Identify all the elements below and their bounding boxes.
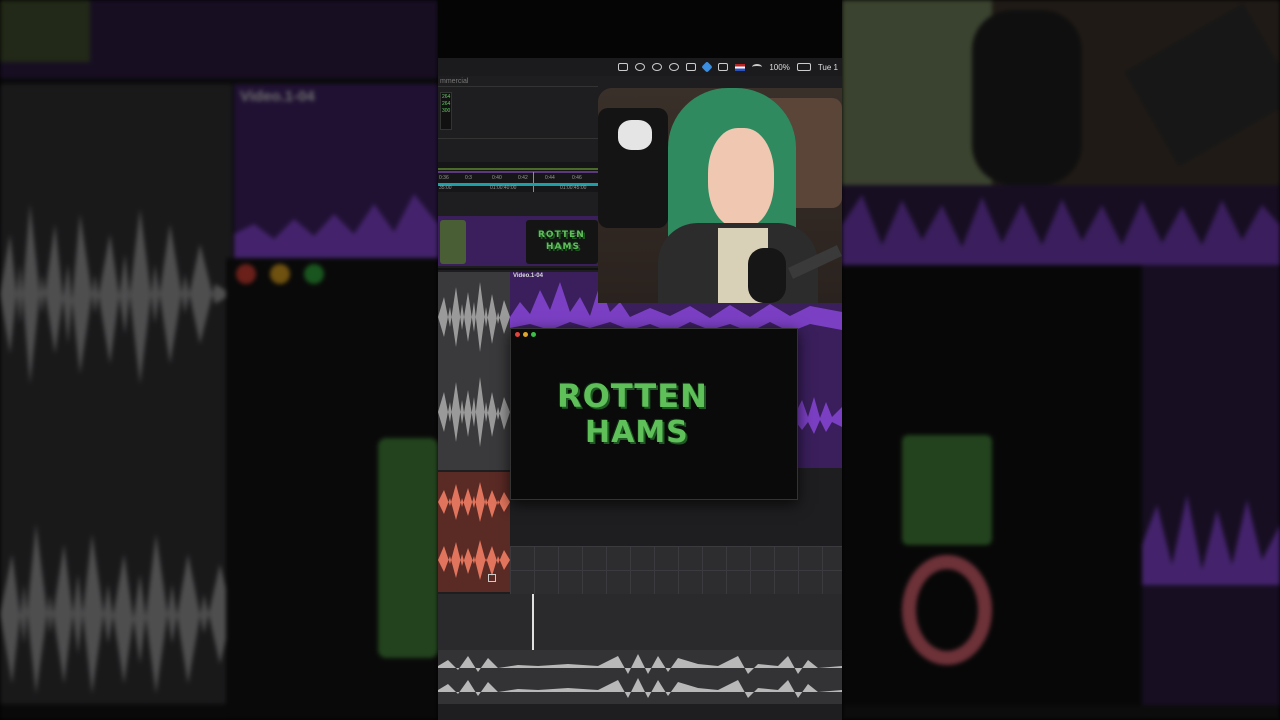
screen-capture: 100% Tue 1 mmercial 264 264 300 0:36 0:3…: [438, 0, 842, 720]
zoom-button[interactable]: [531, 332, 536, 337]
dropbox-icon[interactable]: [669, 63, 680, 71]
right-purple-waveform-lower: [1142, 495, 1280, 585]
ruler-tick: 0:46: [572, 175, 582, 181]
audio-track-red[interactable]: [438, 472, 510, 592]
left-popup-zoom: [226, 258, 438, 720]
thumb-logo-line1: ROTTEN: [538, 230, 585, 240]
meta-value: 264: [442, 101, 451, 107]
close-dot-icon: [236, 264, 256, 284]
wifi-icon[interactable]: [752, 64, 763, 70]
metadata-box: 264 264 300: [440, 92, 452, 130]
ruler-tick: 35:00: [439, 185, 452, 191]
right-purple-waveform: [842, 195, 1280, 265]
webcam-overlay: [598, 88, 842, 303]
ruler-tick: 01:00:40:00: [490, 185, 517, 191]
mic-arm-icon: [1123, 2, 1280, 168]
meta-value: 300: [442, 108, 451, 114]
microphone-icon: [748, 248, 786, 303]
project-label: mmercial: [440, 78, 469, 85]
resize-cursor-icon: [488, 574, 496, 582]
logo-line1: ROTTEN: [557, 377, 708, 415]
right-hair-fragment: [842, 0, 992, 185]
timeline-playhead[interactable]: [532, 594, 534, 650]
logo-thumb-tile: ROTTEN HAMS: [526, 220, 598, 264]
logo-preview-window[interactable]: ROTTEN HAMS: [510, 328, 798, 500]
ruler-bar: [438, 168, 598, 170]
ruler-tick: 0:36: [439, 175, 449, 181]
left-gray-track: [0, 84, 232, 704]
face-shape: [708, 128, 774, 228]
left-thumb-tile: [0, 0, 90, 62]
timeline-area[interactable]: [438, 594, 842, 654]
left-purple-track: Video.1-04: [234, 84, 438, 262]
macos-menubar: 100% Tue 1: [438, 58, 842, 76]
creative-cloud-icon[interactable]: [652, 63, 663, 71]
divider: [438, 86, 598, 87]
right-popup-zoom: [842, 265, 1142, 705]
meta-value: 264: [442, 94, 451, 100]
right-blurred-background: [842, 0, 1280, 720]
left-clip-label: Video.1-04: [240, 88, 315, 105]
us-flag-icon[interactable]: [735, 63, 746, 71]
right-purple-track: [842, 185, 1280, 265]
ruler-bar: [438, 171, 598, 173]
battery-icon[interactable]: [796, 63, 811, 71]
left-blurred-background: Video.1-04: [0, 0, 438, 720]
minimize-button[interactable]: [523, 332, 528, 337]
vpn-icon[interactable]: [701, 61, 714, 73]
right-webcam-zoom: [842, 0, 1280, 185]
right-logo-fragment-s: [902, 555, 992, 665]
divider: [438, 138, 598, 139]
red-waveform: [438, 482, 510, 580]
playhead[interactable]: [533, 172, 534, 192]
right-purple-track-lower: [1142, 265, 1280, 705]
microphone-icon: [972, 10, 1082, 185]
left-gray-waveform: [0, 204, 232, 694]
bottom-audio-track[interactable]: [438, 650, 842, 704]
ruler-tick: 0:42: [518, 175, 528, 181]
battery-percent: 100%: [769, 62, 790, 72]
clip-label: Video.1-04: [513, 273, 543, 279]
ruler-tick: 0:3: [465, 175, 472, 181]
minimize-dot-icon: [270, 264, 290, 284]
drive-icon[interactable]: [686, 63, 697, 71]
plush-toy-icon: [618, 120, 652, 150]
right-logo-fragment-e: [902, 435, 992, 545]
ruler-tick: 0:40: [492, 175, 502, 181]
left-logo-fragment: [378, 438, 438, 658]
thumb-tile: [440, 220, 466, 264]
display-icon[interactable]: [718, 63, 729, 71]
ruler-tick: 01:00:45:00: [560, 185, 587, 191]
ruler-tick: 0:44: [545, 175, 555, 181]
bottom-waveform: [438, 654, 842, 698]
menubar-clock[interactable]: Tue 1: [818, 63, 838, 72]
audio-track-gray[interactable]: [438, 272, 510, 470]
close-button[interactable]: [515, 332, 520, 337]
thumb-logo-line2: HAMS: [546, 242, 580, 252]
screen-record-icon[interactable]: [618, 63, 629, 71]
left-purple-waveform: [234, 194, 438, 262]
logo-line2: HAMS: [585, 415, 689, 450]
zoom-dot-icon: [304, 264, 324, 284]
navigation-icon[interactable]: [635, 63, 646, 71]
timeline-ruler[interactable]: 0:36 0:3 0:40 0:42 0:44 0:46 35:00 01:00…: [438, 162, 598, 192]
gray-waveform: [438, 282, 510, 447]
